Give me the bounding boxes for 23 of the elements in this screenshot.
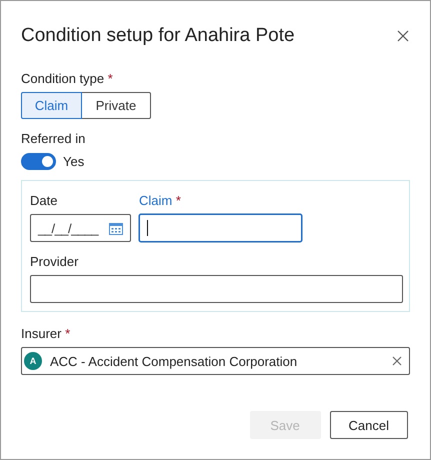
text-cursor — [147, 220, 148, 236]
close-icon[interactable] — [397, 30, 409, 42]
avatar: A — [24, 352, 42, 370]
clear-icon[interactable] — [392, 356, 402, 366]
toggle-switch[interactable] — [21, 153, 56, 170]
dialog-title: Condition setup for Anahira Pote — [21, 25, 295, 47]
toggle-label: Yes — [63, 154, 84, 169]
field-label: Insurer * — [21, 326, 72, 342]
field-value: ACC - Accident Compensation Corporation — [50, 354, 298, 368]
claim-field[interactable] — [139, 214, 302, 242]
field-label: Date — [30, 193, 58, 209]
placeholder-text: __/__/____ — [38, 220, 100, 236]
date-field[interactable]: __/__/____ — [30, 214, 131, 242]
segment-tab[interactable]: Claim — [21, 92, 82, 119]
field-label: Claim * — [139, 193, 182, 209]
field-label: Condition type * — [21, 71, 114, 87]
dialog-button[interactable]: Cancel — [330, 411, 408, 439]
insurer-field[interactable]: A ACC - Accident Compensation Corporation — [21, 347, 410, 375]
provider-field[interactable] — [30, 275, 403, 303]
field-label: Referred in — [21, 131, 86, 147]
segment-tab[interactable]: Private — [82, 92, 151, 119]
calendar-icon[interactable] — [109, 222, 123, 234]
field-label: Provider — [30, 254, 80, 270]
